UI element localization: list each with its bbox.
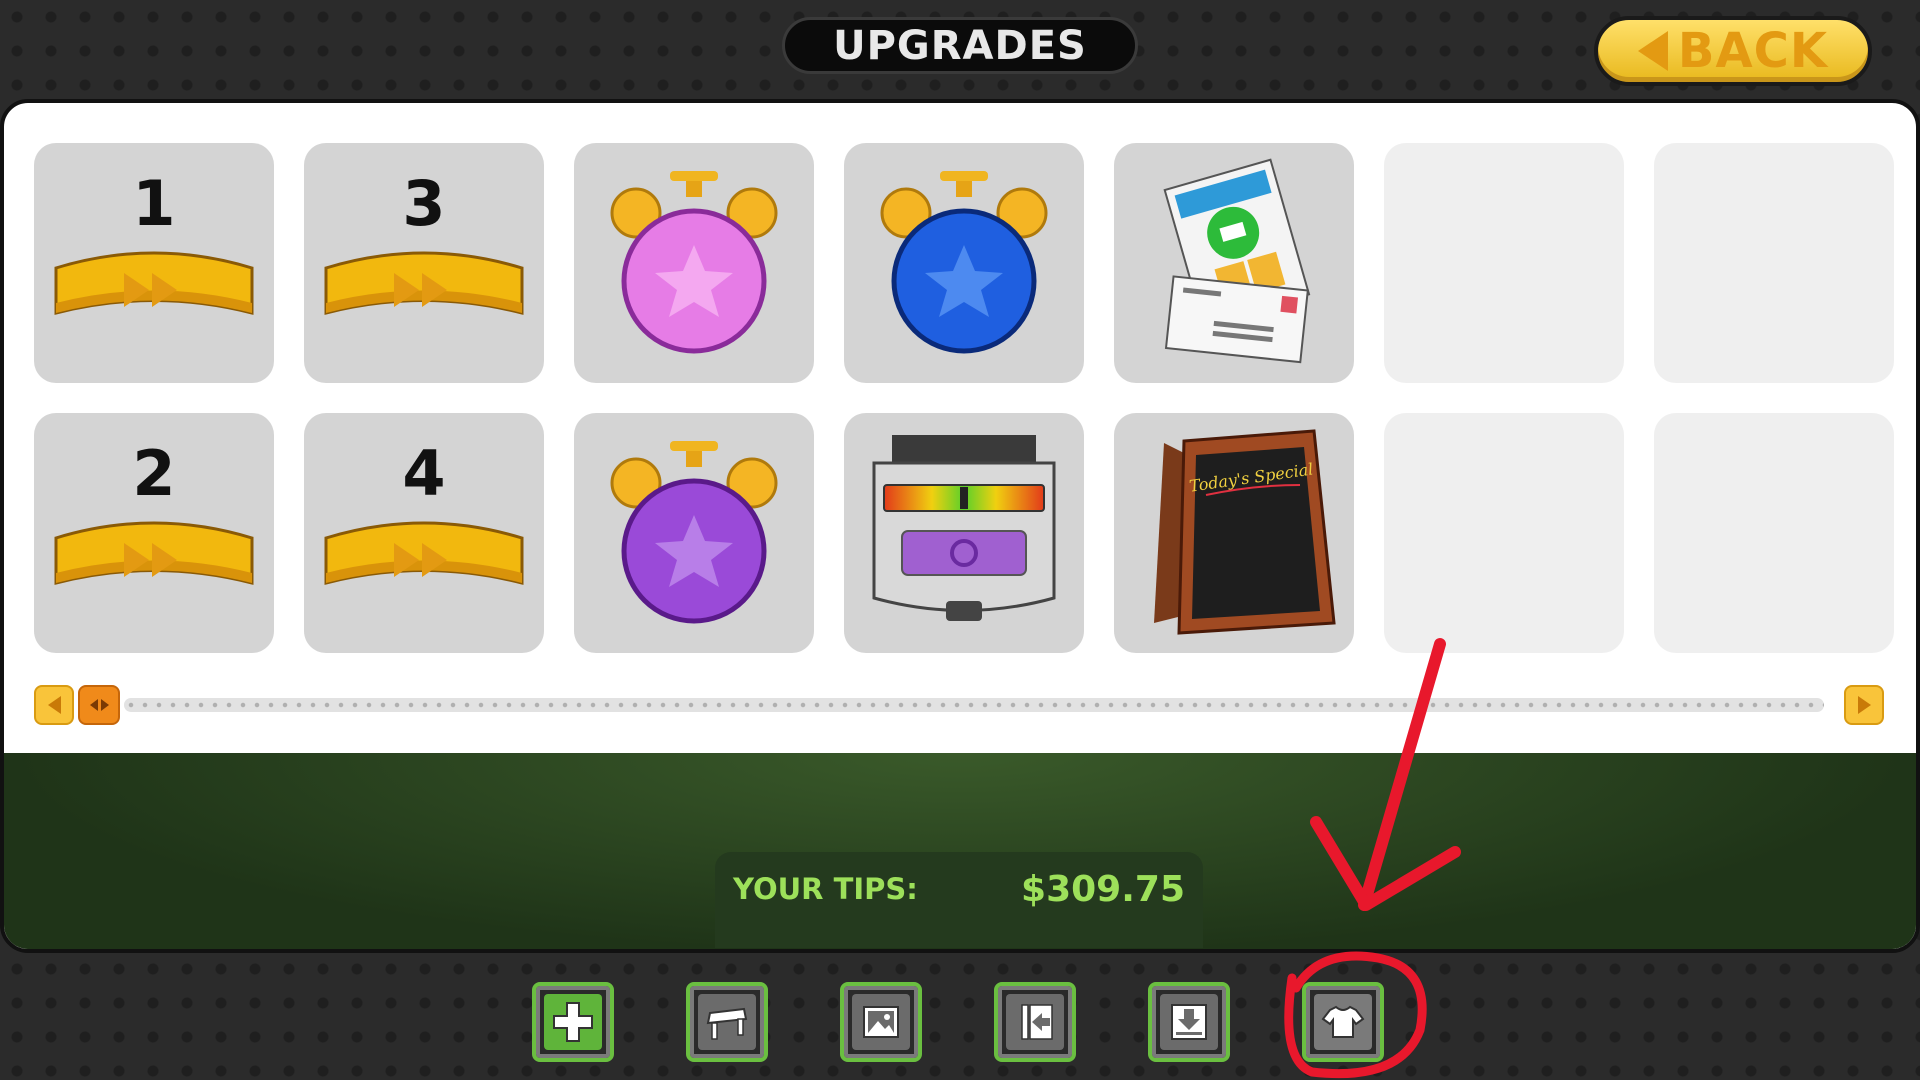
upgrade-slot-empty (1654, 143, 1894, 383)
toolbar-exit-button[interactable] (994, 982, 1076, 1062)
scroll-thumb[interactable] (78, 685, 120, 725)
tips-label: YOUR TIPS: (733, 872, 918, 906)
tips-box: YOUR TIPS: $309.75 (715, 852, 1203, 948)
page-title: UPGRADES (782, 17, 1138, 74)
upgrade-tile-alarm-purple[interactable] (574, 413, 814, 653)
speed-number: 2 (132, 437, 175, 510)
speed-upgrade-icon: 4 (324, 437, 524, 585)
scroll-track[interactable] (124, 698, 1824, 712)
toolbar-clothing-button[interactable] (1302, 982, 1384, 1062)
upgrade-tile-speed-3[interactable]: 3 (304, 143, 544, 383)
arrow-right-icon (1857, 696, 1871, 714)
picture-icon (863, 1006, 899, 1038)
table-icon (706, 1007, 748, 1040)
upgrade-tile-coupons[interactable] (1114, 143, 1354, 383)
speed-upgrade-icon: 3 (324, 167, 524, 315)
upgrades-panel: 1 3 2 4 Today's Special (0, 99, 1920, 953)
toolbar-download-button[interactable] (1148, 982, 1230, 1062)
thumb-arrows-icon (89, 699, 109, 711)
scroll-right-button[interactable] (1844, 685, 1884, 725)
speed-upgrade-icon: 1 (54, 167, 254, 315)
exit-icon (1021, 1004, 1053, 1040)
toolbar-add-button[interactable] (532, 982, 614, 1062)
shirt-icon (1321, 1005, 1365, 1038)
specials-board-icon: Today's Special (1154, 429, 1336, 635)
scroll-left-button[interactable] (34, 685, 74, 725)
speed-number: 4 (402, 437, 445, 510)
coupons-mail-icon (1163, 158, 1311, 364)
upgrade-slot-empty (1384, 143, 1624, 383)
download-icon (1171, 1004, 1207, 1040)
alarm-clock-purple-icon (610, 441, 778, 624)
toolbar-table-button[interactable] (686, 982, 768, 1062)
speed-number: 1 (132, 167, 175, 240)
upgrade-slot-empty (1384, 413, 1624, 653)
upgrade-tile-alarm-blue[interactable] (844, 143, 1084, 383)
heat-meter-icon (872, 435, 1056, 621)
upgrade-tile-speed-2[interactable]: 2 (34, 413, 274, 653)
horizontal-scrollbar[interactable] (34, 685, 1884, 725)
back-arrow-icon (1637, 31, 1668, 71)
toolbar-picture-button[interactable] (840, 982, 922, 1062)
upgrades-grid: 1 3 2 4 Today's Special (30, 143, 1896, 663)
speed-upgrade-icon: 2 (54, 437, 254, 585)
plus-icon (553, 1002, 593, 1042)
speed-number: 3 (402, 167, 445, 240)
tips-value: $309.75 (1021, 868, 1185, 910)
upgrade-tile-speed-4[interactable]: 4 (304, 413, 544, 653)
arrow-left-icon (47, 696, 61, 714)
upgrade-tile-specials-board[interactable]: Today's Special (1114, 413, 1354, 653)
upgrade-tile-alarm-pink[interactable] (574, 143, 814, 383)
upgrade-tile-heat-meter[interactable] (844, 413, 1084, 653)
alarm-clock-blue-icon (880, 171, 1048, 354)
back-label: BACK (1677, 23, 1829, 79)
upgrade-tile-speed-1[interactable]: 1 (34, 143, 274, 383)
alarm-clock-pink-icon (610, 171, 778, 354)
back-button[interactable]: BACK (1594, 16, 1872, 86)
upgrade-slot-empty (1654, 413, 1894, 653)
